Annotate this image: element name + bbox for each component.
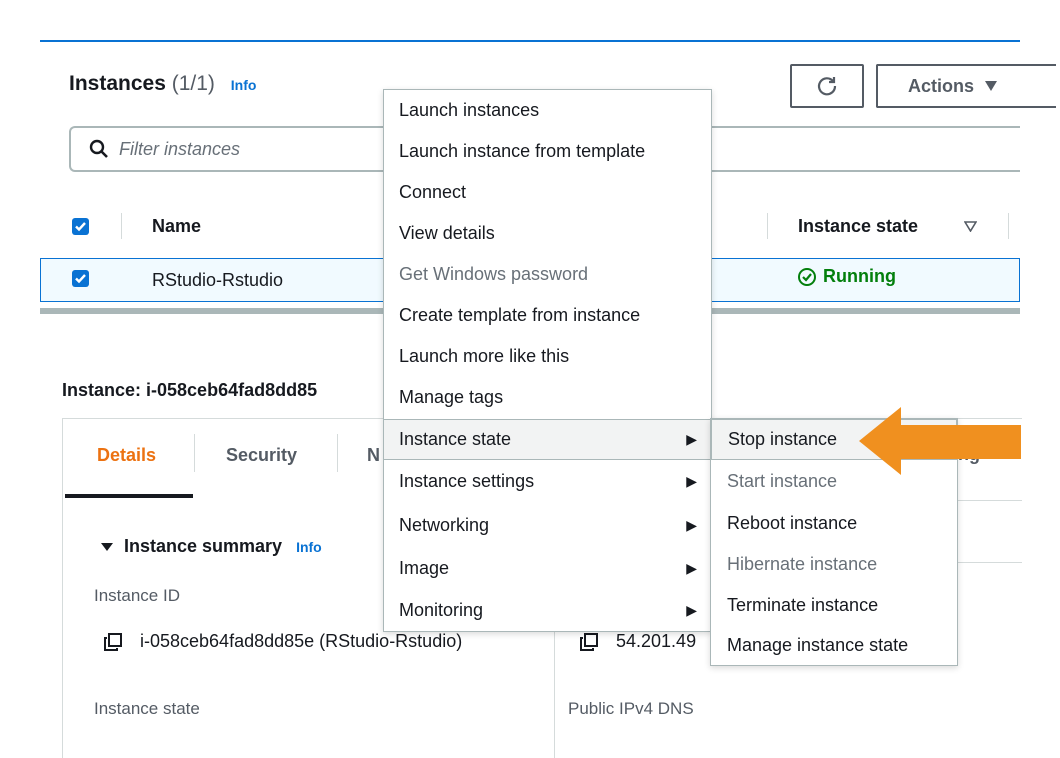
menu-item-launch-from-template[interactable]: Launch instance from template [384,131,711,172]
submenu-item-hibernate-instance: Hibernate instance [727,554,878,574]
detail-heading: Instance: i-058ceb64fad8dd85 [62,380,318,400]
submenu-arrow-icon: ▶ [686,431,697,447]
caret-down-icon [985,81,998,91]
actions-button-label: Actions [908,75,975,96]
menu-item-networking[interactable]: Networking ▶ [384,505,711,546]
checkbox-checked-icon [72,270,89,287]
public-dns-label: Public IPv4 DNS [568,699,694,718]
instance-id-text: i-058ceb64fad8dd85e (RStudio-Rstudio) [140,631,463,651]
refresh-button[interactable] [790,64,864,108]
menu-item-label: Monitoring [399,600,484,620]
tab-details[interactable]: Details [97,445,156,466]
menu-item-label: Image [399,558,450,578]
instance-id-label: Instance ID [94,586,180,605]
search-icon [89,139,108,158]
submenu-arrow-icon: ▶ [686,602,697,618]
column-header-name[interactable]: Name [152,216,201,237]
actions-button[interactable]: Actions [876,64,1056,108]
sort-caret-icon[interactable] [964,221,977,232]
submenu-arrow-icon: ▶ [686,560,697,576]
submenu-arrow-icon: ▶ [686,517,697,533]
actions-menu: Launch instances Launch instance from te… [383,89,712,632]
checkbox-checked-icon [72,218,89,235]
menu-item-label: Networking [399,515,490,535]
tab-separator [337,434,338,472]
status-badge: Running [797,266,896,287]
tab-separator [194,434,195,472]
tab-security[interactable]: Security [226,445,297,466]
column-separator [121,213,122,239]
submenu-item-terminate-instance[interactable]: Terminate instance [711,585,957,626]
public-ip-value: 54.201.49 [580,631,696,652]
filter-instances-input[interactable]: Filter instances [69,126,399,172]
submenu-item-manage-instance-state[interactable]: Manage instance state [711,625,957,666]
menu-item-instance-settings[interactable]: Instance settings ▶ [384,461,711,502]
active-tab-indicator [65,494,193,498]
filter-input-edge [700,126,1020,172]
page-title-text: Instances [69,72,166,95]
submenu-item-reboot-instance[interactable]: Reboot instance [711,503,957,544]
info-link[interactable]: Info [231,77,257,93]
page-title: Instances (1/1) Info [69,72,256,96]
menu-item-get-windows-password: Get Windows password [399,264,589,284]
menu-item-image[interactable]: Image ▶ [384,548,711,589]
tab-networking[interactable]: N [367,445,380,466]
container-top-rule [40,40,1020,42]
row-checkbox[interactable] [72,270,89,287]
menu-item-launch-instances[interactable]: Launch instances [384,90,711,131]
menu-item-view-details[interactable]: View details [384,213,711,254]
public-ip-text: 54.201.49 [616,631,697,651]
status-running-icon [798,267,816,286]
section-title: Instance summary [124,536,283,556]
select-all-checkbox[interactable] [72,218,89,235]
instance-id-value: i-058ceb64fad8dd85e (RStudio-Rstudio) [104,631,462,652]
section-info-link[interactable]: Info [296,539,322,555]
menu-item-instance-state[interactable]: Instance state ▶ [384,419,711,460]
status-text: Running [823,266,896,286]
copy-icon[interactable] [580,632,598,651]
menu-item-launch-more-like-this[interactable]: Launch more like this [384,336,711,377]
menu-item-create-template[interactable]: Create template from instance [384,295,711,336]
column-separator [767,213,768,239]
triangle-expanded-icon [101,542,113,551]
menu-item-monitoring[interactable]: Monitoring ▶ [384,590,711,631]
callout-arrow-icon [859,407,1021,475]
menu-item-label: Instance state [399,429,512,449]
refresh-icon [817,77,837,96]
section-instance-summary[interactable]: Instance summary Info [100,536,322,557]
submenu-arrow-icon: ▶ [686,473,697,489]
menu-item-manage-tags[interactable]: Manage tags [384,377,711,418]
column-header-instance-state[interactable]: Instance state [798,216,918,237]
column-separator [1008,213,1009,239]
divider [958,500,1022,501]
search-placeholder: Filter instances [119,138,241,159]
instance-count: (1/1) [171,72,215,95]
instance-state-label: Instance state [94,699,200,718]
menu-item-connect[interactable]: Connect [384,172,711,213]
row-instance-name[interactable]: RStudio-Rstudio [152,270,283,291]
copy-icon[interactable] [104,632,122,651]
menu-item-label: Instance settings [399,471,535,491]
